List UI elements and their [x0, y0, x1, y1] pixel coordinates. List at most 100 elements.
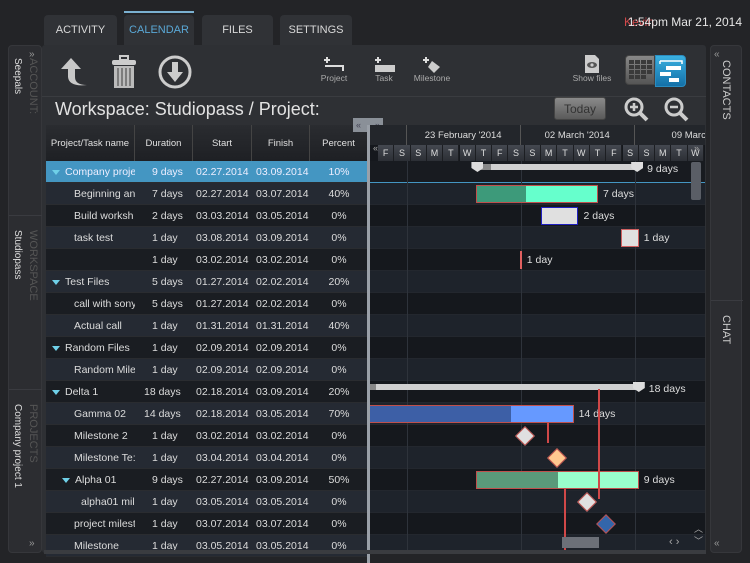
day-header: W	[573, 145, 590, 161]
expand-triangle-icon[interactable]	[52, 345, 60, 351]
bar-label: 1 day	[643, 232, 670, 244]
task-finish: 03.07.2014	[256, 188, 309, 200]
gantt-row	[370, 205, 705, 227]
col-header-name[interactable]: Project/Task name	[46, 125, 135, 161]
show-files-button[interactable]: Show files	[570, 55, 614, 83]
tab-calendar[interactable]: CALENDAR	[124, 11, 194, 45]
gantt-view-toggle[interactable]	[655, 55, 686, 87]
task-name[interactable]: Random Files	[52, 337, 135, 359]
task-bar[interactable]	[541, 207, 579, 225]
gantt-row	[370, 271, 705, 293]
milestone-line[interactable]	[519, 251, 522, 269]
table-row[interactable]: project milest 1 day 03.07.2014 03.07.2014 0…	[46, 513, 368, 535]
task-duration: 9 days	[152, 474, 183, 486]
task-bar[interactable]	[620, 229, 639, 247]
gantt-hscroll-thumb[interactable]	[562, 537, 599, 548]
tab-settings[interactable]: SETTINGS	[280, 15, 352, 45]
table-row[interactable]: alpha01 mil 1 day 03.05.2014 03.05.2014 0%	[46, 491, 368, 513]
table-row[interactable]: call with sony 5 days 01.27.2014 02.02.2014…	[46, 293, 368, 315]
table-row[interactable]: 1 day 03.02.2014 03.02.2014 0%	[46, 249, 368, 271]
task-name[interactable]: Milestone Te:	[74, 447, 135, 469]
table-row[interactable]: Random Files 1 day 02.09.2014 02.09.2014 0%	[46, 337, 368, 359]
expand-triangle-icon[interactable]	[52, 279, 60, 285]
day-header: T	[671, 145, 688, 161]
task-name[interactable]: Build worksh	[74, 205, 135, 227]
day-header: S	[622, 145, 639, 161]
gantt-vscrollbar[interactable]	[691, 162, 701, 200]
zoom-in-button[interactable]	[623, 96, 649, 122]
projects-section[interactable]: PROJECTS Company project 1	[9, 392, 43, 532]
grid-view-toggle[interactable]	[625, 55, 655, 85]
table-row[interactable]: Alpha 01 9 days 02.27.2014 03.09.2014 50%	[46, 469, 368, 491]
workspace-value: Studiopass	[12, 230, 23, 280]
timeline-scroll-left[interactable]: «	[373, 143, 378, 153]
task-name[interactable]: Company proje	[52, 161, 135, 183]
back-button[interactable]	[55, 55, 89, 89]
contacts-section[interactable]: CONTACTS	[711, 46, 743, 301]
zoom-out-button[interactable]	[663, 96, 689, 122]
workspace-section[interactable]: WORKSPACE Studiopass	[9, 218, 43, 390]
task-duration: 7 days	[152, 188, 183, 200]
expand-triangle-icon[interactable]	[52, 169, 60, 175]
table-row[interactable]: Test Files 5 days 01.27.2014 02.02.2014 20%	[46, 271, 368, 293]
account-section[interactable]: ACCOUNT: Seepals	[9, 46, 43, 216]
task-name[interactable]	[74, 249, 135, 271]
expand-triangle-icon[interactable]	[52, 389, 60, 395]
table-row[interactable]: task test 1 day 03.08.2014 03.09.2014 0%	[46, 227, 368, 249]
add-project-button[interactable]: Project	[314, 57, 354, 83]
task-name[interactable]: Random Mile	[74, 359, 135, 381]
table-row[interactable]: Milestone 2 1 day 03.02.2014 03.02.2014 0%	[46, 425, 368, 447]
table-row[interactable]: Milestone Te: 1 day 03.04.2014 03.04.2014 0%	[46, 447, 368, 469]
task-name[interactable]: task test	[74, 227, 135, 249]
task-name[interactable]: alpha01 mil	[81, 491, 135, 513]
table-row[interactable]: Company proje 9 days 02.27.2014 03.09.2014 1…	[46, 161, 368, 183]
task-name[interactable]: Delta 1	[52, 381, 135, 403]
table-row[interactable]: Delta 1 18 days 02.18.2014 03.09.2014 20%	[46, 381, 368, 403]
add-milestone-button[interactable]: Milestone	[410, 57, 454, 83]
scroll-left-right-buttons[interactable]: ‹ ›	[669, 536, 679, 548]
col-header-start[interactable]: Start	[193, 125, 252, 161]
timeline-scroll-right[interactable]: »	[694, 143, 699, 153]
trash-icon	[112, 55, 136, 88]
task-name[interactable]: project milest	[74, 513, 135, 535]
tab-activity[interactable]: ACTIVITY	[44, 15, 117, 45]
tab-files[interactable]: FILES	[202, 15, 273, 45]
task-name[interactable]: Test Files	[52, 271, 135, 293]
table-row[interactable]: Beginning an 7 days 02.27.2014 03.07.2014 40…	[46, 183, 368, 205]
task-name[interactable]: call with sony	[74, 293, 135, 315]
day-header: F	[378, 145, 395, 161]
today-button[interactable]: Today	[554, 97, 606, 120]
add-task-button[interactable]: Task	[369, 57, 399, 83]
task-name[interactable]: Beginning an	[74, 183, 135, 205]
col-header-duration[interactable]: Duration	[135, 125, 193, 161]
task-percent: 50%	[328, 474, 350, 486]
grid-hscrollbar[interactable]	[44, 550, 706, 554]
task-percent: 10%	[328, 166, 350, 178]
expand-triangle-icon[interactable]	[62, 477, 70, 483]
task-percent: 40%	[328, 188, 350, 200]
scroll-down-button[interactable]: ﹀	[694, 534, 703, 547]
collapse-sidebar-bottom[interactable]: «	[714, 538, 720, 549]
download-button[interactable]	[158, 55, 192, 89]
table-row[interactable]: Actual call 1 day 01.31.2014 01.31.2014 40%	[46, 315, 368, 337]
task-name[interactable]: Milestone 2	[74, 425, 135, 447]
task-progress	[476, 472, 559, 488]
col-header-finish[interactable]: Finish	[252, 125, 310, 161]
task-name[interactable]: Actual call	[74, 315, 135, 337]
account-value: Seepals	[12, 58, 23, 95]
table-row[interactable]: Build worksh 2 days 03.03.2014 03.05.2014 0%	[46, 205, 368, 227]
collapse-left-button[interactable]: «	[356, 120, 361, 130]
gantt-row	[370, 359, 705, 381]
expand-sidebar-bottom[interactable]: »	[29, 538, 35, 549]
task-percent: 0%	[331, 518, 347, 530]
task-name[interactable]: Gamma 02	[74, 403, 135, 425]
table-row[interactable]: Random Mile 1 day 02.09.2014 02.09.2014 0%	[46, 359, 368, 381]
task-start: 01.27.2014	[196, 298, 249, 310]
chat-section[interactable]: CHAT	[711, 303, 743, 533]
task-name-text: Company proje	[65, 166, 135, 178]
summary-bar[interactable]	[477, 164, 638, 170]
table-row[interactable]: Gamma 02 14 days 02.18.2014 03.05.2014 70%	[46, 403, 368, 425]
delete-button[interactable]	[110, 55, 138, 89]
bar-label: 18 days	[648, 383, 686, 395]
task-name[interactable]: Alpha 01	[62, 469, 135, 491]
